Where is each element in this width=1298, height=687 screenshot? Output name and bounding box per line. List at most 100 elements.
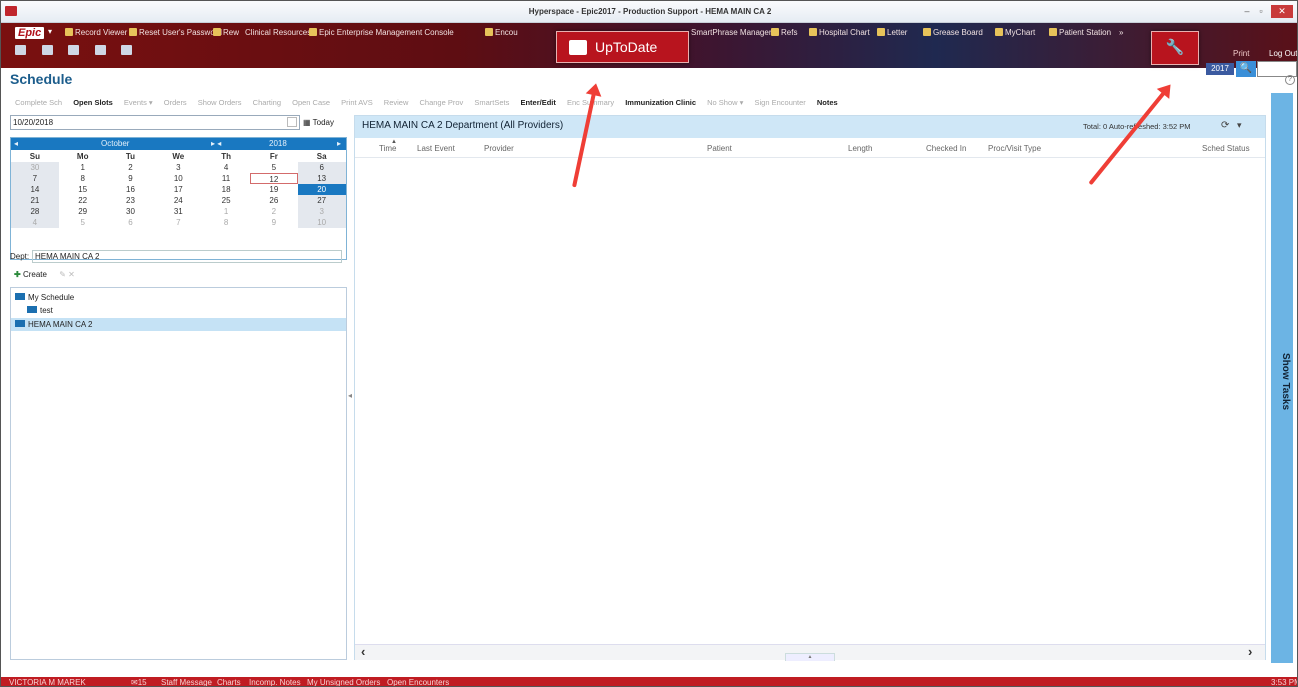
col-patient[interactable]: Patient [707, 144, 732, 153]
action-open-case[interactable]: Open Case [292, 98, 330, 107]
toolbar-encounter[interactable]: Encou [485, 27, 518, 39]
calendar-day[interactable]: 3 [154, 162, 202, 173]
status-link-staff-message[interactable]: Staff Message [161, 677, 212, 686]
dept-input[interactable]: HEMA MAIN CA 2 [32, 250, 342, 263]
inbox-icon[interactable] [68, 45, 80, 55]
next-year-icon[interactable]: ▸ [337, 139, 341, 148]
calendar-day[interactable]: 29 [59, 206, 107, 217]
calendar-day[interactable]: 2 [107, 162, 155, 173]
calendar-month[interactable]: October [101, 139, 129, 148]
calendar-day[interactable]: 4 [11, 217, 59, 228]
calendar-day[interactable]: 14 [11, 184, 59, 195]
minimize-button[interactable]: – [1241, 5, 1253, 18]
print-button[interactable]: Print [1233, 49, 1249, 58]
calendar-day[interactable]: 25 [202, 195, 250, 206]
calendar-day[interactable]: 1 [59, 162, 107, 173]
calendar-day[interactable]: 8 [202, 217, 250, 228]
chart-icon[interactable] [121, 45, 133, 55]
toolbar-clinical-resources[interactable]: Clinical Resources [245, 27, 311, 39]
action-show-orders[interactable]: Show Orders [198, 98, 242, 107]
col-proc-visit-type[interactable]: Proc/Visit Type [988, 144, 1041, 153]
search-icon[interactable]: 🔍 [1236, 61, 1256, 77]
calendar-day[interactable]: 7 [154, 217, 202, 228]
action-change-prov[interactable]: Change Prov [419, 98, 463, 107]
status-link-open-encounters[interactable]: Open Encounters [387, 677, 449, 686]
horizontal-scrollbar[interactable]: ‹ ▲ › [355, 644, 1265, 661]
action-complete-sch[interactable]: Complete Sch [15, 98, 62, 107]
calendar-day[interactable]: 19 [250, 184, 298, 195]
calendar-day[interactable]: 6 [297, 162, 346, 173]
col-sched-status[interactable]: Sched Status [1202, 144, 1250, 153]
wrench-button[interactable]: 🔧 [1151, 31, 1199, 65]
list-icon[interactable] [41, 45, 53, 55]
tree-item-test[interactable]: test [27, 304, 53, 317]
action-smartsets[interactable]: SmartSets [474, 98, 509, 107]
calendar-day[interactable]: 27 [297, 195, 346, 206]
logout-button[interactable]: Log Out [1269, 49, 1297, 58]
calendar-day[interactable]: 5 [59, 217, 107, 228]
action-orders[interactable]: Orders [164, 98, 187, 107]
action-open-slots[interactable]: Open Slots [73, 98, 113, 107]
date-picker-icon[interactable] [287, 117, 297, 127]
create-button[interactable]: Create [23, 270, 47, 279]
col-length[interactable]: Length [848, 144, 872, 153]
toolbar-patient-station[interactable]: Patient Station [1049, 27, 1111, 39]
calendar-day[interactable]: 18 [202, 184, 250, 195]
col-time[interactable]: Time [379, 144, 396, 153]
calendar-day[interactable]: 30 [11, 162, 59, 173]
calendar-day[interactable]: 31 [154, 206, 202, 217]
action-review[interactable]: Review [384, 98, 409, 107]
calendar-day[interactable]: 5 [250, 162, 298, 173]
epic-menu-button[interactable]: Epic [15, 27, 45, 39]
toolbar-grease-board[interactable]: Grease Board [923, 27, 983, 39]
toolbar-refs[interactable]: Refs [771, 27, 797, 39]
action-notes[interactable]: Notes [817, 98, 838, 107]
action-print-avs[interactable]: Print AVS [341, 98, 373, 107]
calendar-day[interactable]: 9 [250, 217, 298, 228]
action-sign-encounter[interactable]: Sign Encounter [755, 98, 806, 107]
calendar-day[interactable]: 23 [107, 195, 155, 206]
toolbar-emc[interactable]: Epic Enterprise Management Console [309, 27, 454, 39]
calendar-day[interactable]: 28 [11, 206, 59, 217]
calendar-day[interactable]: 4 [202, 162, 250, 173]
scroll-grip-icon[interactable]: ▲ [785, 653, 835, 661]
toolbar-mychart[interactable]: MyChart [995, 27, 1035, 39]
grid-icon[interactable] [94, 45, 106, 55]
close-button[interactable]: ✕ [1271, 5, 1293, 18]
calendar-year[interactable]: 2018 [269, 139, 287, 148]
prev-month-icon[interactable]: ◂ [14, 139, 18, 148]
calendar-day[interactable]: 17 [154, 184, 202, 195]
status-link-incomp-notes[interactable]: Incomp. Notes [249, 677, 301, 686]
today-button[interactable]: ▦ Today [303, 115, 353, 130]
uptodate-button[interactable]: UpToDate [556, 31, 689, 63]
calendar-day[interactable]: 22 [59, 195, 107, 206]
scroll-left-icon[interactable]: ‹ [361, 644, 365, 659]
status-message-count[interactable]: ✉ 15 [131, 677, 147, 686]
calendar-day[interactable]: 1 [202, 206, 250, 217]
calendar-day[interactable]: 16 [107, 184, 155, 195]
calendar-day[interactable]: 21 [11, 195, 59, 206]
action-immunization-clinic[interactable]: Immunization Clinic [625, 98, 696, 107]
edit-icon[interactable]: ✎ ✕ [59, 270, 75, 279]
refresh-icon[interactable]: ⟳ [1221, 120, 1229, 131]
toolbar-letter[interactable]: Letter [877, 27, 907, 39]
date-field[interactable]: 10/20/2018 [10, 115, 300, 130]
help-icon[interactable]: ? [1285, 75, 1295, 85]
tree-item-my-schedule[interactable]: My Schedule [15, 291, 74, 304]
calendar-day[interactable]: 3 [297, 206, 346, 217]
calendar-day[interactable]: 10 [154, 173, 202, 184]
calendar-day[interactable]: 11 [202, 173, 250, 184]
col-checked-in[interactable]: Checked In [926, 144, 966, 153]
month-nav-icon[interactable]: ▸ ◂ [211, 139, 221, 148]
toolbar-reset-password[interactable]: Reset User's Password [129, 27, 222, 39]
toolbar-more-button[interactable]: » [1119, 27, 1123, 39]
calendar-day[interactable]: 13 [297, 173, 346, 184]
action-no-show[interactable]: No Show ▾ [707, 98, 743, 107]
scroll-right-icon[interactable]: › [1248, 644, 1252, 659]
col-provider[interactable]: Provider [484, 144, 514, 153]
action-enter-edit[interactable]: Enter/Edit [520, 98, 555, 107]
calendar-day[interactable]: 15 [59, 184, 107, 195]
action-charting[interactable]: Charting [253, 98, 281, 107]
calendar-day[interactable]: 8 [59, 173, 107, 184]
calendar-day[interactable]: 24 [154, 195, 202, 206]
